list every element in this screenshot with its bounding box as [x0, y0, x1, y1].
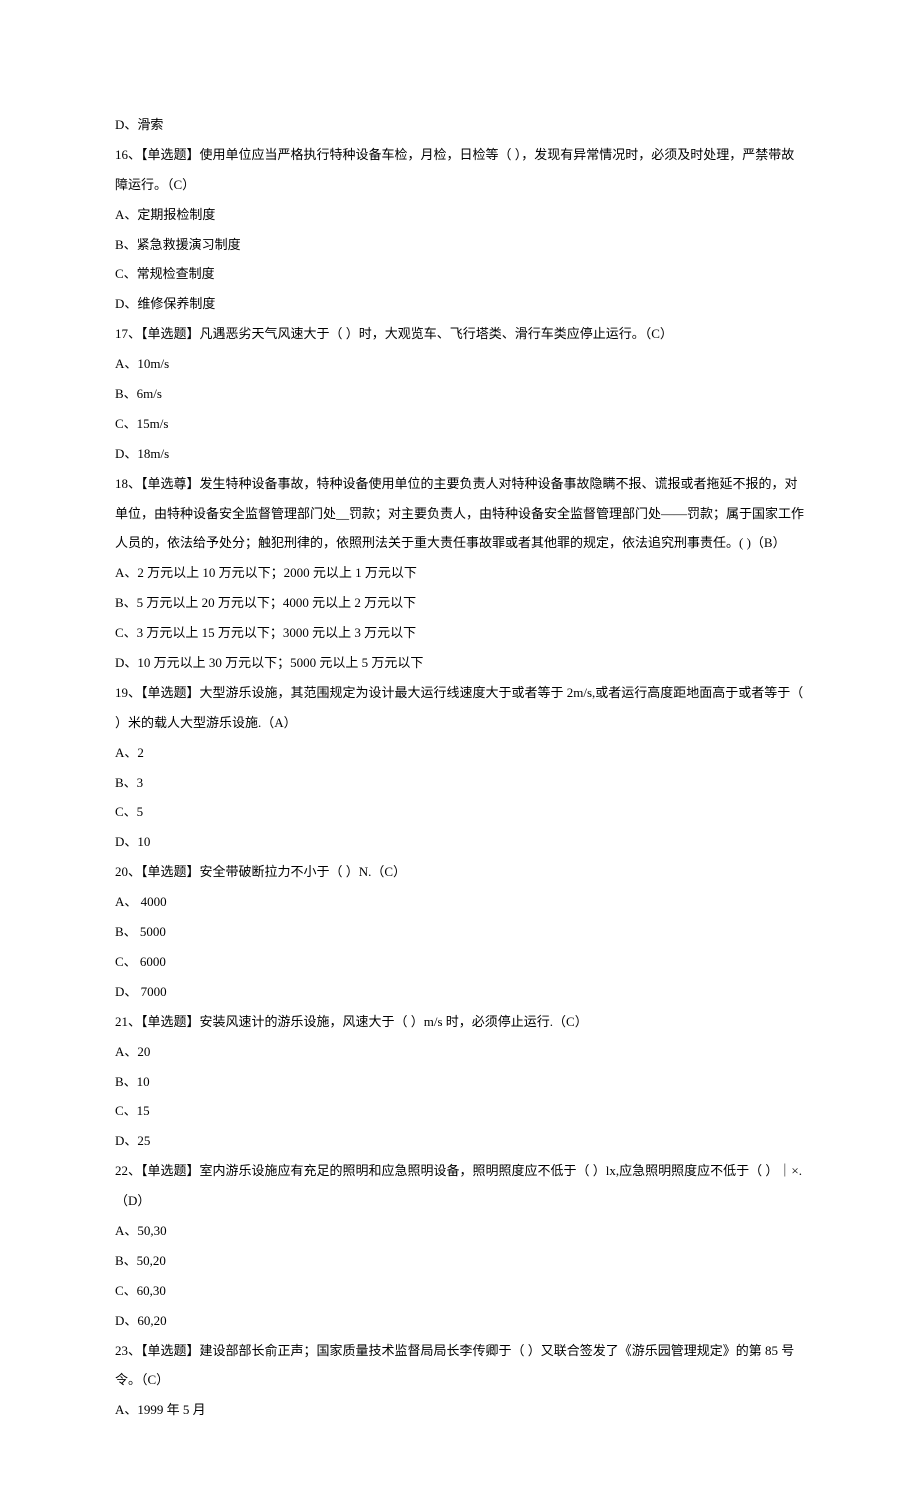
text-line: B、10 — [115, 1067, 805, 1097]
text-line: D、10 万元以上 30 万元以下；5000 元以上 5 万元以下 — [115, 648, 805, 678]
text-line: C、15 — [115, 1096, 805, 1126]
text-line: A、20 — [115, 1037, 805, 1067]
text-line: B、6m/s — [115, 379, 805, 409]
text-line: C、 6000 — [115, 947, 805, 977]
text-line: 20、【单选题】安全带破断拉力不小于（ ）N.（C） — [115, 857, 805, 887]
text-line: C、60,30 — [115, 1276, 805, 1306]
text-line: A、 4000 — [115, 887, 805, 917]
text-line: C、15m/s — [115, 409, 805, 439]
text-line: 19、【单选题】大型游乐设施，其范围规定为设计最大运行线速度大于或者等于 2m/… — [115, 678, 805, 738]
text-line: A、10m/s — [115, 349, 805, 379]
text-line: A、50,30 — [115, 1216, 805, 1246]
document-content: D、滑索16、【单选题】使用单位应当严格执行特种设备车检，月检，日检等（ ），发… — [115, 110, 805, 1425]
text-line: B、 5000 — [115, 917, 805, 947]
text-line: 16、【单选题】使用单位应当严格执行特种设备车检，月检，日检等（ ），发现有异常… — [115, 140, 805, 200]
text-line: D、25 — [115, 1126, 805, 1156]
text-line: A、2 — [115, 738, 805, 768]
text-line: 22、【单选题】室内游乐设施应有充足的照明和应急照明设备，照明照度应不低于（ ）… — [115, 1156, 805, 1216]
text-line: C、5 — [115, 797, 805, 827]
text-line: A、2 万元以上 10 万元以下；2000 元以上 1 万元以下 — [115, 558, 805, 588]
text-line: D、 7000 — [115, 977, 805, 1007]
text-line: C、3 万元以上 15 万元以下；3000 元以上 3 万元以下 — [115, 618, 805, 648]
text-line: B、50,20 — [115, 1246, 805, 1276]
text-line: D、10 — [115, 827, 805, 857]
text-line: D、60,20 — [115, 1306, 805, 1336]
text-line: B、紧急救援演习制度 — [115, 230, 805, 260]
text-line: B、3 — [115, 768, 805, 798]
text-line: D、18m/s — [115, 439, 805, 469]
text-line: 18、【单选尊】发生特种设备事故，特种设备使用单位的主要负责人对特种设备事故隐瞒… — [115, 469, 805, 559]
text-line: B、5 万元以上 20 万元以下；4000 元以上 2 万元以下 — [115, 588, 805, 618]
text-line: D、滑索 — [115, 110, 805, 140]
text-line: A、定期报检制度 — [115, 200, 805, 230]
text-line: C、常规检查制度 — [115, 259, 805, 289]
text-line: D、维修保养制度 — [115, 289, 805, 319]
text-line: 23、【单选题】建设部部长俞正声；国家质量技术监督局局长李传卿于（ ）又联合签发… — [115, 1336, 805, 1396]
text-line: 21、【单选题】安装风速计的游乐设施，风速大于（ ）m/s 时，必须停止运行.（… — [115, 1007, 805, 1037]
text-line: A、1999 年 5 月 — [115, 1395, 805, 1425]
text-line: 17、【单选题】凡遇恶劣天气风速大于（ ）时，大观览车、飞行塔类、滑行车类应停止… — [115, 319, 805, 349]
